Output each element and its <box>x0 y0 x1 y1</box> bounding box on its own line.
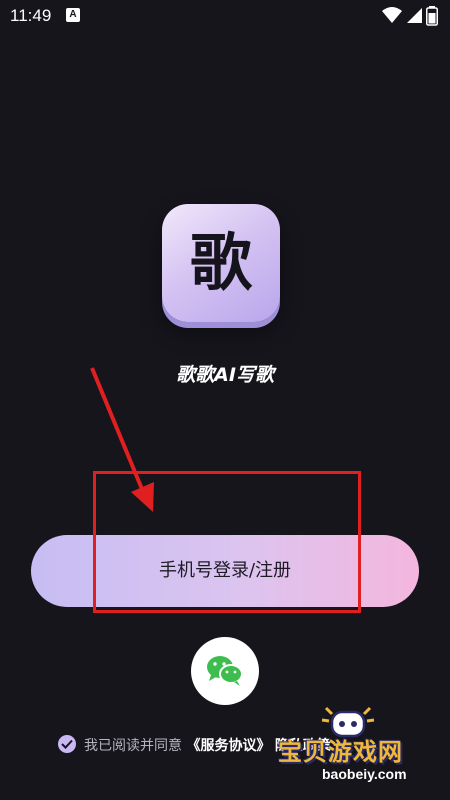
watermark-text: 宝贝游戏网 <box>278 738 403 766</box>
app-name: 歌歌AI写歌 <box>176 364 274 386</box>
wifi-icon <box>382 7 402 23</box>
a-box-icon: A <box>66 8 80 22</box>
check-icon <box>61 739 73 749</box>
agreement-checkbox[interactable] <box>58 735 76 753</box>
agreement-prefix: 我已阅读并同意 <box>84 738 182 754</box>
watermark-url: baobeiy.com <box>322 766 407 782</box>
annotation-highlight-box <box>93 471 361 613</box>
wechat-login-button[interactable] <box>191 637 259 705</box>
app-logo-glyph: 歌 <box>189 226 252 299</box>
signal-icon <box>407 8 422 23</box>
app-logo: 歌 <box>162 204 280 322</box>
status-bar: 11:49 A <box>0 0 450 32</box>
watermark: 宝贝游戏网 baobeiy.com <box>270 700 445 796</box>
service-agreement-link[interactable]: 《服务协议》 <box>186 738 270 754</box>
status-time: 11:49 <box>10 6 52 25</box>
battery-icon <box>426 6 438 26</box>
wechat-icon <box>207 656 243 686</box>
status-icons <box>382 6 442 26</box>
